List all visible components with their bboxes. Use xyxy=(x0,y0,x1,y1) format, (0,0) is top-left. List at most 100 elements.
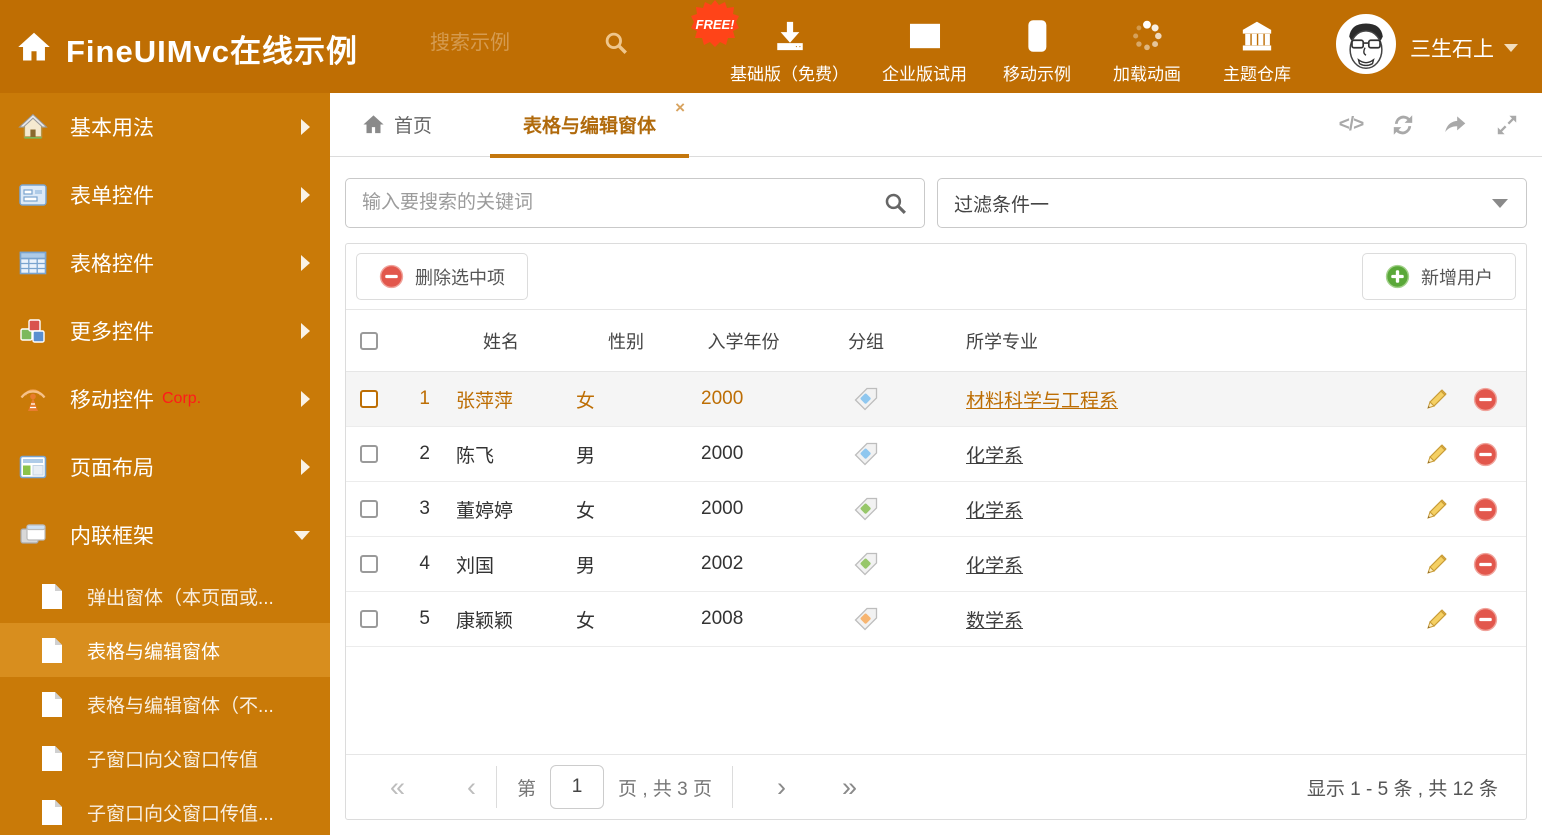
share-icon[interactable] xyxy=(1442,112,1468,138)
submenu-arrow-icon xyxy=(294,530,310,540)
header-nav: 基础版（免费） 企业版试用 移动示例 加载动画 主题仓库 xyxy=(727,13,1297,85)
table-row[interactable]: 5 康颖颖 女 2008 数学系 xyxy=(346,592,1526,647)
grid-panel: 删除选中项 新增用户 姓名 性别 入学年份 分组 所学专业 1 张萍萍 女 20… xyxy=(345,243,1527,820)
sidebar-subitem[interactable]: 弹出窗体（本页面或... xyxy=(0,569,330,623)
source-code-icon[interactable]: </> xyxy=(1338,112,1364,138)
sidebar-subitem[interactable]: 子窗口向父窗口传值 xyxy=(0,731,330,785)
delete-icon[interactable] xyxy=(1473,442,1498,467)
cell-name: 陈飞 xyxy=(456,445,495,467)
column-header-major[interactable]: 所学专业 xyxy=(931,328,1396,354)
edit-icon[interactable] xyxy=(1424,607,1449,632)
delete-icon[interactable] xyxy=(1473,387,1498,412)
refresh-icon[interactable] xyxy=(1390,112,1416,138)
delete-selected-button[interactable]: 删除选中项 xyxy=(356,253,528,300)
divider xyxy=(732,766,734,808)
row-checkbox[interactable] xyxy=(359,445,378,463)
download-icon xyxy=(773,13,807,53)
header-nav-item[interactable]: 主题仓库 xyxy=(1217,13,1297,85)
table-row[interactable]: 2 陈飞 男 2000 化学系 xyxy=(346,427,1526,482)
major-link[interactable]: 化学系 xyxy=(966,501,1023,522)
delete-icon[interactable] xyxy=(1473,552,1498,577)
first-page-button[interactable]: « xyxy=(390,773,405,801)
filter-dropdown[interactable]: 过滤条件一 xyxy=(937,178,1527,228)
header-search-input[interactable] xyxy=(430,31,585,55)
tab-active[interactable]: 表格与编辑窗体 × xyxy=(490,93,690,158)
cell-name: 张萍萍 xyxy=(456,390,514,412)
next-page-button[interactable]: › xyxy=(777,773,786,801)
major-link[interactable]: 材料科学与工程系 xyxy=(966,391,1118,412)
row-checkbox[interactable] xyxy=(359,390,378,408)
row-checkbox[interactable] xyxy=(359,610,378,628)
page-label-prefix: 第 xyxy=(517,778,537,800)
major-link[interactable]: 化学系 xyxy=(966,446,1023,467)
sidebar-subitem[interactable]: 表格与编辑窗体 xyxy=(0,623,330,677)
home-icon[interactable] xyxy=(16,29,52,65)
column-header-gender[interactable]: 性别 xyxy=(566,328,686,354)
row-checkbox[interactable] xyxy=(359,500,378,518)
last-page-button[interactable]: » xyxy=(842,773,857,801)
tag-icon xyxy=(854,552,878,576)
header-nav-item[interactable]: 基础版（免费） xyxy=(727,13,852,85)
header-nav-item[interactable]: 移动示例 xyxy=(997,13,1077,85)
sidebar-item[interactable]: 表格控件 xyxy=(0,229,330,297)
row-checkbox[interactable] xyxy=(359,555,378,573)
row-number: 4 xyxy=(419,553,430,574)
close-icon[interactable]: × xyxy=(675,99,685,116)
keyword-search xyxy=(345,178,925,228)
table-row[interactable]: 1 张萍萍 女 2000 材料科学与工程系 xyxy=(346,372,1526,427)
user-avatar[interactable] xyxy=(1336,14,1396,74)
page-number-input[interactable] xyxy=(550,765,605,809)
cell-gender: 男 xyxy=(576,445,596,467)
free-badge: FREE! xyxy=(691,0,739,48)
edit-icon[interactable] xyxy=(1424,387,1449,412)
column-header-name[interactable]: 姓名 xyxy=(436,328,566,354)
tag-icon xyxy=(854,442,878,466)
expand-icon[interactable] xyxy=(1494,112,1520,138)
chevron-down-icon xyxy=(1504,44,1518,52)
record-summary: 显示 1 - 5 条 , 共 12 条 xyxy=(1306,778,1498,800)
search-icon[interactable] xyxy=(603,30,629,56)
chevron-down-icon xyxy=(1492,198,1508,208)
edit-icon[interactable] xyxy=(1424,497,1449,522)
sidebar-item[interactable]: 内联框架 xyxy=(0,501,330,569)
tag-icon xyxy=(854,497,878,521)
select-all-checkbox[interactable] xyxy=(359,331,378,350)
cell-year: 2000 xyxy=(701,388,744,409)
bank-icon xyxy=(1240,13,1274,53)
keyword-search-input[interactable] xyxy=(346,179,924,227)
sidebar-item[interactable]: 移动控件 Corp. xyxy=(0,365,330,433)
add-user-button[interactable]: 新增用户 xyxy=(1362,253,1516,300)
header-search xyxy=(430,30,629,56)
table-row[interactable]: 4 刘国 男 2002 化学系 xyxy=(346,537,1526,592)
cubes-icon xyxy=(18,316,48,346)
table-header: 姓名 性别 入学年份 分组 所学专业 xyxy=(346,310,1526,372)
edit-icon[interactable] xyxy=(1424,552,1449,577)
table-row[interactable]: 3 董婷婷 女 2000 化学系 xyxy=(346,482,1526,537)
column-header-group[interactable]: 分组 xyxy=(801,328,931,354)
header-nav-item[interactable]: 企业版试用 xyxy=(882,13,967,85)
edit-icon[interactable] xyxy=(1424,442,1449,467)
user-menu[interactable]: 三生石上 xyxy=(1410,33,1518,63)
sidebar-subitem[interactable]: 表格与编辑窗体（不... xyxy=(0,677,330,731)
cell-name: 康颖颖 xyxy=(456,610,514,632)
cell-gender: 女 xyxy=(576,610,596,632)
major-link[interactable]: 数学系 xyxy=(966,611,1023,632)
header-nav-item[interactable]: 加载动画 xyxy=(1107,13,1187,85)
sidebar-item[interactable]: 更多控件 xyxy=(0,297,330,365)
delete-icon[interactable] xyxy=(1473,607,1498,632)
sidebar-item[interactable]: 页面布局 xyxy=(0,433,330,501)
plus-circle-icon xyxy=(1385,264,1410,289)
sidebar-subitem[interactable]: 子窗口向父窗口传值... xyxy=(0,785,330,835)
major-link[interactable]: 化学系 xyxy=(966,556,1023,577)
prev-page-button[interactable]: ‹ xyxy=(467,773,476,801)
table-empty-area xyxy=(346,647,1526,754)
submenu-arrow-icon xyxy=(301,323,310,339)
cell-year: 2000 xyxy=(701,443,744,464)
search-icon[interactable] xyxy=(883,191,908,216)
sidebar-item[interactable]: 基本用法 xyxy=(0,93,330,161)
sidebar-item[interactable]: 表单控件 xyxy=(0,161,330,229)
delete-icon[interactable] xyxy=(1473,497,1498,522)
file-icon xyxy=(40,583,63,610)
tab-home[interactable]: 首页 xyxy=(362,111,432,138)
column-header-year[interactable]: 入学年份 xyxy=(686,328,801,354)
